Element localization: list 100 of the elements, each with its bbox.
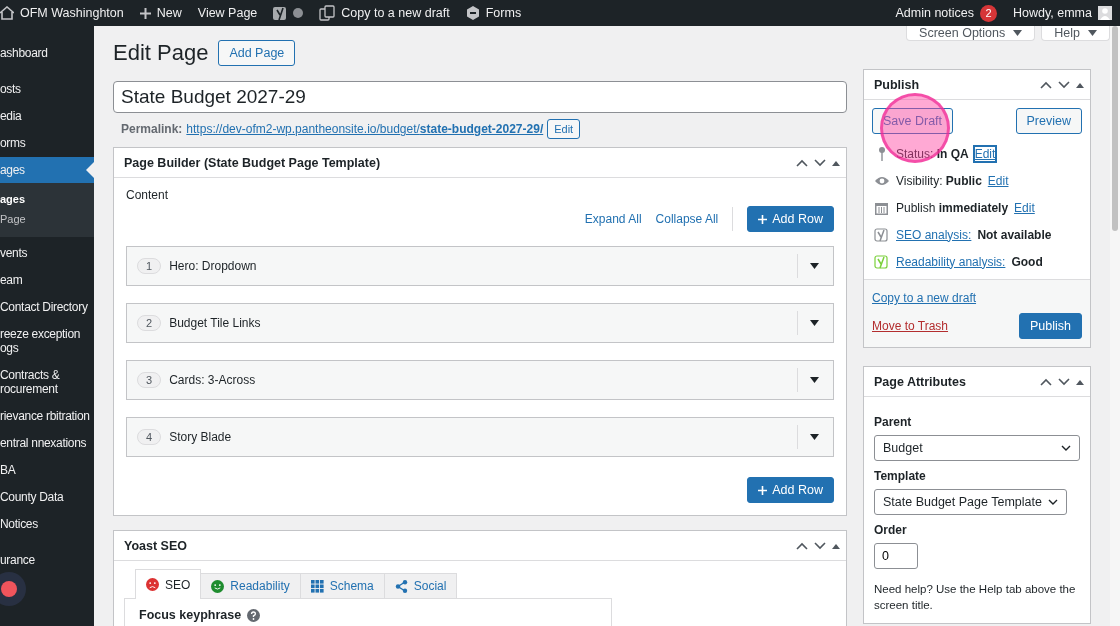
sidebar-item[interactable]: vents — [0, 240, 94, 266]
calendar-icon — [874, 200, 890, 215]
sidebar-item[interactable]: BA — [0, 457, 94, 483]
record-icon — [1, 581, 17, 597]
add-row-button[interactable]: Add Row — [747, 477, 834, 503]
collapse-icon[interactable] — [832, 159, 840, 166]
caret-icon — [810, 263, 819, 269]
layout-row[interactable]: 2 Budget Tile Links — [126, 303, 834, 343]
caret-icon — [1013, 30, 1023, 36]
copy-draft-link[interactable]: Copy to a new draft — [872, 291, 977, 305]
caret-icon — [810, 377, 819, 383]
caret-icon — [1088, 30, 1097, 36]
edit-link[interactable]: Edit — [987, 173, 1009, 188]
admin-notices-link[interactable]: Admin notices — [895, 6, 975, 20]
preview-button[interactable]: Preview — [1015, 108, 1082, 134]
plus-icon[interactable] — [139, 7, 151, 19]
sidebar-item[interactable]: ashboard — [0, 40, 94, 66]
help-icon[interactable] — [247, 608, 261, 622]
template-select[interactable]: State Budget Page Template — [874, 489, 1067, 515]
edit-link[interactable]: Edit — [1014, 200, 1035, 215]
sidebar-item[interactable]: rievance rbitration — [0, 403, 94, 429]
pin-icon — [879, 146, 885, 161]
collapse-icon[interactable] — [1076, 378, 1084, 385]
move-up-icon[interactable] — [1040, 377, 1052, 386]
permalink-link[interactable]: https://dev-ofm2-wp.pantheonsite.io/budget/state-budget-2027-29/ — [186, 122, 544, 136]
row-label: Story Blade — [169, 430, 233, 444]
move-up-icon[interactable] — [796, 158, 808, 167]
share-icon — [394, 579, 408, 593]
notice-count: 2 — [980, 4, 998, 22]
view-page-link[interactable]: View Page — [197, 6, 258, 20]
add-page-button[interactable]: Add Page — [218, 40, 296, 66]
expand-all-link[interactable]: Expand All — [584, 212, 642, 226]
move-down-icon[interactable] — [814, 541, 826, 550]
analysis-tab[interactable]: Readability — [200, 573, 301, 599]
sad-face-icon — [146, 578, 159, 591]
layout-row[interactable]: 1 Hero: Dropdown — [126, 246, 834, 286]
yoast-icon — [874, 227, 890, 242]
analysis-tab[interactable]: Social — [383, 573, 458, 599]
sidebar-item[interactable]: Contact Directory — [0, 294, 94, 320]
sidebar-item[interactable]: reeze exception ogs — [0, 321, 94, 361]
move-down-icon[interactable] — [1058, 377, 1070, 386]
add-row-button[interactable]: Add Row — [747, 206, 834, 232]
sidebar-item[interactable]: edia — [0, 103, 94, 129]
forms-link[interactable]: Forms — [485, 6, 522, 20]
sidebar-item[interactable]: Contracts & rocurement — [0, 362, 94, 402]
sidebar-item[interactable]: Notices — [0, 511, 94, 537]
analysis-link[interactable]: Readability analysis: — [896, 254, 1006, 269]
chevron-down-icon — [1047, 498, 1058, 506]
status-text: Visibility: Public — [896, 173, 982, 188]
order-field[interactable]: 0 — [874, 543, 918, 569]
copy-icon[interactable] — [319, 5, 336, 21]
new-link[interactable]: New — [156, 6, 182, 20]
status-text: Publish immediately — [896, 200, 1009, 215]
trash-link[interactable]: Move to Trash — [872, 319, 949, 333]
sidebar-item[interactable]: osts — [0, 76, 94, 102]
home-icon[interactable] — [0, 6, 14, 20]
title-field[interactable]: State Budget 2027-29 — [113, 81, 847, 113]
analysis-link[interactable]: SEO analysis: — [896, 227, 972, 242]
collapse-icon[interactable] — [1076, 81, 1084, 88]
panel-title: Yoast SEO — [124, 538, 187, 553]
grid-icon — [310, 579, 324, 593]
move-down-icon[interactable] — [814, 158, 826, 167]
collapse-all-link[interactable]: Collapse All — [655, 212, 719, 226]
sidebar-item[interactable]: urance — [0, 547, 94, 573]
layout-row[interactable]: 3 Cards: 3-Across — [126, 360, 834, 400]
sidebar-item[interactable]: entral nnexations — [0, 430, 94, 456]
row-label: Cards: 3-Across — [169, 373, 257, 387]
sidebar-item[interactable]: orms — [0, 130, 94, 156]
parent-label: Parent — [874, 415, 913, 429]
sidebar-item[interactable]: ages — [0, 157, 94, 183]
analysis-tab[interactable]: SEO — [135, 569, 202, 599]
help-tab[interactable]: Help — [1041, 26, 1110, 41]
yoast-icon[interactable] — [273, 5, 288, 21]
sidebar-item[interactable]: eam — [0, 267, 94, 293]
forms-icon[interactable] — [465, 6, 480, 20]
analysis-tab[interactable]: Schema — [299, 573, 385, 599]
page-heading: Edit Page — [113, 40, 209, 66]
account-link[interactable]: Howdy, emma — [1013, 6, 1092, 20]
parent-select[interactable]: Budget — [874, 435, 1080, 461]
panel-title: Publish — [874, 77, 920, 92]
move-up-icon[interactable] — [1040, 80, 1052, 89]
submenu-item[interactable]: ages — [0, 189, 94, 209]
status-text: Status: In QA — [896, 146, 969, 161]
smiley-face-icon — [211, 579, 225, 593]
submenu-item[interactable]: Page — [0, 209, 94, 229]
sidebar-item[interactable]: County Data — [0, 484, 94, 510]
move-up-icon[interactable] — [796, 541, 808, 550]
copy-draft-link[interactable]: Copy to a new draft — [341, 6, 450, 20]
move-down-icon[interactable] — [1058, 80, 1070, 89]
edit-permalink-button[interactable]: Edit — [547, 119, 581, 139]
row-label: Budget Tile Links — [169, 316, 262, 330]
help-text: Need help? Use the Help tab above the screen title. — [874, 582, 1077, 613]
edit-link[interactable]: Edit — [974, 146, 996, 161]
site-name[interactable]: OFM Washinghton — [20, 6, 124, 20]
publish-button[interactable]: Publish — [1019, 313, 1082, 339]
scrollbar[interactable] — [1110, 26, 1120, 626]
collapse-icon[interactable] — [832, 542, 840, 549]
layout-row[interactable]: 4 Story Blade — [126, 417, 834, 457]
plus-icon — [758, 214, 768, 224]
screen-options-tab[interactable]: Screen Options — [906, 26, 1036, 41]
